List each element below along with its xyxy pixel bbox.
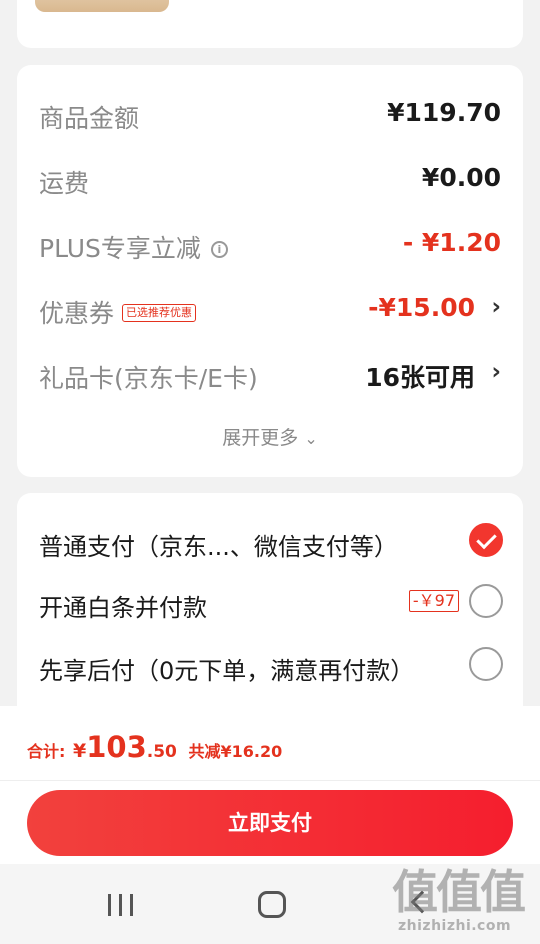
shipping-row: 运费 ¥0.00 [39, 158, 501, 198]
gift-card-row[interactable]: 礼品卡(京东卡/E卡) 16张可用 › [39, 353, 501, 393]
shipping-label: 运费 [39, 169, 90, 198]
coupon-label: 优惠券 [39, 299, 115, 328]
coupon-label-wrap: 优惠券 已选推荐优惠 [39, 294, 197, 330]
plus-discount-label: PLUS专享立减 [39, 234, 201, 263]
chevron-right-icon[interactable]: › [492, 359, 501, 385]
checkout-bar: 合计: ¥103.50 共减¥16.20 立即支付 [0, 706, 540, 864]
total-label: 合计: [27, 742, 66, 761]
discount-badge: -￥97 [408, 590, 459, 612]
recommended-tag: 已选推荐优惠 [122, 304, 197, 322]
info-icon[interactable]: i [210, 241, 228, 258]
payment-option-baitiao[interactable]: 开通白条并付款 -￥97 [39, 584, 503, 624]
goods-amount-label: 商品金额 [39, 104, 140, 133]
divider [0, 780, 540, 781]
product-thumbnail[interactable] [35, 0, 169, 12]
coupon-row[interactable]: 优惠券 已选推荐优惠 -¥15.00 › [39, 288, 501, 328]
radio-unchecked-icon[interactable] [469, 584, 503, 618]
order-total: 合计: ¥103.50 共减¥16.20 [27, 730, 282, 764]
total-integer: 103 [86, 730, 147, 764]
total-reduction: 共减¥16.20 [188, 742, 283, 761]
pay-now-button[interactable]: 立即支付 [27, 790, 513, 856]
price-summary-card: 商品金额 ¥119.70 运费 ¥0.00 PLUS专享立减 i - ¥1.20 … [17, 65, 523, 477]
chevron-right-icon[interactable]: › [492, 294, 501, 320]
gift-card-value: 16张可用 [365, 363, 475, 392]
plus-discount-label-wrap: PLUS专享立减 i [39, 229, 228, 265]
radio-unchecked-icon[interactable] [469, 647, 503, 681]
payment-option-normal[interactable]: 普通支付（京东...、微信支付等） [39, 523, 503, 563]
goods-amount-value: ¥119.70 [387, 98, 501, 127]
payment-option-label: 普通支付（京东...、微信支付等） [39, 533, 398, 561]
watermark-mark: 值值值 [392, 865, 526, 919]
expand-more-label: 展开更多 [222, 427, 299, 449]
plus-discount-value: - ¥1.20 [402, 228, 501, 257]
home-icon[interactable] [258, 891, 286, 918]
recent-apps-icon[interactable] [108, 894, 134, 916]
radio-checked-icon[interactable] [469, 523, 503, 557]
payment-option-pay-later[interactable]: 先享后付（0元下单，满意再付款） [39, 647, 503, 687]
chevron-down-icon: ⌄ [304, 429, 318, 448]
watermark-logo: 值值值 zhizhizhi.com [392, 856, 532, 936]
gift-card-label: 礼品卡(京东卡/E卡) [39, 364, 258, 393]
expand-more-button[interactable]: 展开更多 ⌄ [17, 423, 523, 450]
total-decimal: .50 [146, 742, 177, 762]
shipping-value: ¥0.00 [421, 163, 501, 192]
coupon-value: -¥15.00 [368, 293, 475, 322]
currency-symbol: ¥ [72, 740, 87, 762]
goods-amount-row: 商品金额 ¥119.70 [39, 93, 501, 133]
watermark-site: zhizhizhi.com [398, 918, 512, 934]
plus-discount-row: PLUS专享立减 i - ¥1.20 [39, 223, 501, 263]
payment-method-card: 普通支付（京东...、微信支付等） 开通白条并付款 -￥97 先享后付（0元下单… [17, 493, 523, 723]
payment-option-label: 先享后付（0元下单，满意再付款） [39, 657, 415, 685]
payment-option-label: 开通白条并付款 [39, 594, 207, 622]
product-card [17, 0, 523, 48]
